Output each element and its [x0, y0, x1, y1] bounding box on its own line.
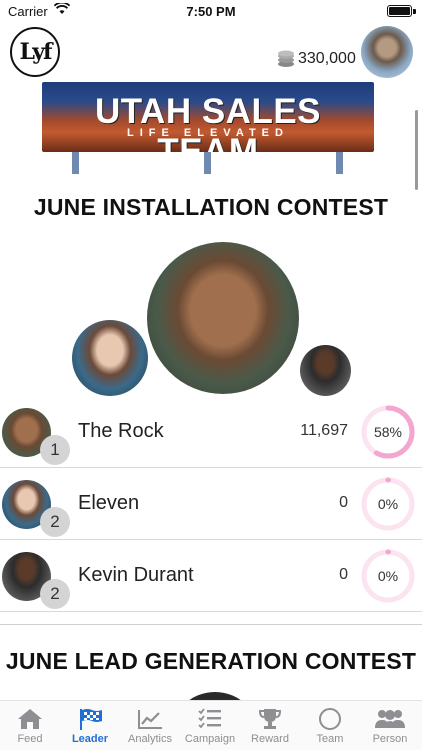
tab-analytics[interactable]: Analytics [120, 701, 180, 751]
rank-badge: 1 [40, 435, 70, 465]
top-bar: Lyf 330,000 [0, 22, 422, 80]
tab-label: Feed [17, 733, 43, 745]
leaderboard-row[interactable]: 2 Eleven 0 0% [0, 468, 422, 540]
podium-second-avatar[interactable] [72, 320, 148, 396]
tab-person[interactable]: Person [360, 701, 420, 751]
participant-name: Kevin Durant [78, 564, 194, 586]
podium-first-avatar[interactable] [170, 692, 260, 700]
team-banner: UTAH SALES TEAM LIFE ELEVATED [42, 82, 374, 152]
people-icon [375, 710, 405, 728]
podium-third-avatar[interactable] [300, 345, 351, 396]
leaderboard-scroll[interactable]: UTAH SALES TEAM LIFE ELEVATED JUNE INSTA… [0, 80, 422, 700]
participant-name: Eleven [78, 492, 140, 514]
tab-feed[interactable]: Feed [0, 701, 60, 751]
tab-label: Reward [251, 733, 289, 745]
tab-reward[interactable]: Reward [240, 701, 300, 751]
battery-nub [413, 9, 416, 14]
coins-icon [278, 50, 294, 67]
tab-label: Leader [71, 733, 109, 745]
tab-label: Person [372, 733, 408, 745]
scrollbar[interactable] [415, 110, 418, 190]
checklist-icon [198, 708, 221, 729]
checkered-flag-icon [80, 709, 102, 730]
tab-bar: Feed Leader Analytics Campaign Reward Te… [0, 700, 422, 750]
app-logo[interactable]: Lyf [10, 27, 60, 77]
banner-subtitle: LIFE ELEVATED [127, 127, 289, 139]
progress-percent: 58% [374, 424, 402, 440]
trophy-icon [258, 709, 282, 729]
progress-ring: 58% [361, 405, 415, 459]
line-chart-icon [138, 710, 162, 729]
tab-label: Team [316, 733, 344, 745]
rank-badge: 2 [40, 579, 70, 609]
clock: 7:50 PM [186, 4, 236, 19]
podium-first-avatar[interactable] [147, 242, 299, 394]
leaderboard-row[interactable]: 1 The Rock 11,697 58% [0, 396, 422, 468]
tab-team[interactable]: Team [300, 701, 360, 751]
tab-label: Campaign [184, 733, 236, 745]
billboard-post [336, 152, 343, 174]
billboard-post [72, 152, 79, 174]
progress-ring: 0% [361, 549, 415, 603]
billboard-post [204, 152, 211, 174]
contest-title: JUNE LEAD GENERATION CONTEST [5, 648, 417, 674]
coin-balance: 330,000 [276, 50, 356, 68]
section-divider [0, 624, 422, 625]
tab-campaign[interactable]: Campaign [180, 701, 240, 751]
rank-badge: 2 [40, 507, 70, 537]
battery-icon [387, 5, 412, 17]
participant-score: 0 [339, 494, 348, 511]
participant-score: 0 [339, 566, 348, 583]
user-avatar[interactable] [361, 26, 413, 78]
coin-amount: 330,000 [298, 50, 356, 67]
tab-label: Analytics [127, 733, 173, 745]
home-icon [18, 709, 42, 729]
participant-name: The Rock [78, 420, 164, 442]
circle-icon [319, 708, 341, 730]
participant-score: 11,697 [300, 422, 348, 439]
progress-percent: 0% [378, 496, 398, 512]
contest-title: JUNE INSTALLATION CONTEST [33, 194, 389, 220]
status-bar: Carrier 7:50 PM [0, 0, 422, 22]
leaderboard-row[interactable]: 2 Kevin Durant 0 0% [0, 540, 422, 612]
progress-ring: 0% [361, 477, 415, 531]
progress-percent: 0% [378, 568, 398, 584]
tab-leader[interactable]: Leader [60, 701, 120, 751]
banner-title: UTAH SALES TEAM [94, 92, 322, 152]
